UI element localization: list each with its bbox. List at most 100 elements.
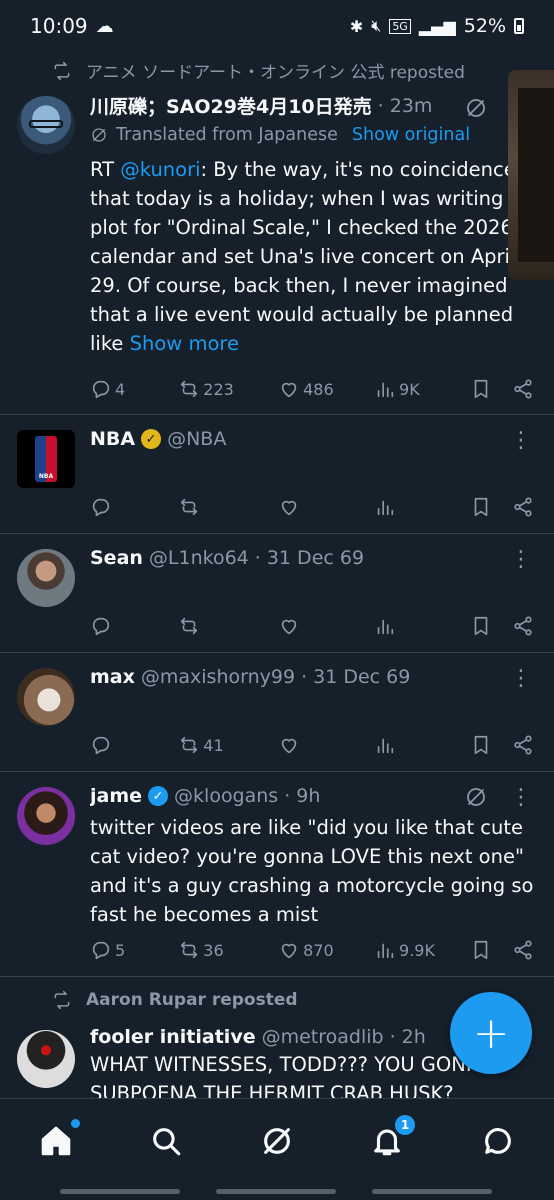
share-button[interactable] (512, 378, 534, 400)
views-button[interactable] (374, 734, 470, 756)
author-name[interactable]: max (90, 666, 135, 688)
grok-button[interactable] (464, 785, 488, 813)
tweet-header: Sean @L1nko64 · 31 Dec 69 (90, 547, 514, 569)
nav-home[interactable] (36, 1119, 80, 1161)
like-button[interactable]: 870 (278, 939, 374, 961)
repost-button[interactable] (178, 496, 278, 518)
heart-icon (281, 619, 297, 635)
share-button[interactable] (512, 615, 534, 637)
gesture-bar (216, 1189, 336, 1194)
status-icons: ✱ 🔇︎ 5G ▂▄▆ 52% (350, 15, 524, 37)
reply-button[interactable]: 5 (90, 939, 178, 961)
avatar[interactable] (17, 549, 75, 607)
tweet-time: · 23m (377, 94, 433, 117)
views-button[interactable] (374, 496, 470, 518)
avatar[interactable]: NBA (17, 430, 75, 488)
author-handle[interactable]: @maxishorny99 (141, 666, 295, 688)
views-button[interactable]: 9.9K (374, 939, 470, 961)
author-name[interactable]: 川原礫；SAO29巻4月10日発売 (90, 92, 372, 119)
nav-search[interactable] (146, 1121, 186, 1161)
author-handle[interactable]: @kloogans (174, 785, 278, 807)
views-button[interactable] (374, 615, 470, 637)
reply-button[interactable] (90, 734, 178, 756)
bookmark-button[interactable] (470, 378, 492, 400)
avatar[interactable] (17, 1030, 75, 1088)
tweet[interactable]: max @maxishorny99 · 31 Dec 69 ⋮ 41 (0, 654, 554, 772)
repost-button[interactable]: 36 (178, 939, 278, 961)
bookmark-icon (474, 940, 488, 960)
grok-button[interactable] (464, 96, 488, 124)
views-icon (377, 382, 394, 398)
repost-count: 36 (203, 940, 224, 960)
like-button[interactable] (278, 615, 374, 637)
author-handle[interactable]: @metroadlib (262, 1026, 384, 1048)
author-name[interactable]: Sean (90, 547, 143, 569)
repost-button[interactable]: 223 (178, 378, 278, 400)
home-icon (41, 1126, 71, 1156)
media-thumbnail[interactable] (508, 70, 554, 280)
message-icon (485, 1128, 511, 1154)
reply-button[interactable] (90, 615, 178, 637)
reply-button[interactable]: 4 (90, 378, 178, 400)
tweet[interactable]: アニメ ソードアート・オンライン 公式 reposted 川原礫；SAO29巻4… (0, 52, 554, 415)
tweet-actions: 5 36 870 9.9K (90, 935, 534, 965)
more-options-button[interactable]: ⋮ (510, 549, 532, 571)
author-handle[interactable]: @L1nko64 (149, 547, 249, 569)
show-more-link[interactable]: Show more (130, 332, 239, 353)
views-icon (377, 738, 394, 754)
share-button[interactable] (512, 939, 534, 961)
like-button[interactable] (278, 496, 374, 518)
mention-link[interactable]: @kunori (120, 158, 200, 181)
avatar[interactable] (17, 787, 75, 845)
tweet-time: · 31 Dec 69 (301, 666, 411, 688)
heart-icon (281, 943, 297, 959)
share-button[interactable] (512, 734, 534, 756)
repost-button[interactable] (178, 615, 278, 637)
more-options-button[interactable]: ⋮ (510, 668, 532, 690)
share-icon (514, 735, 532, 755)
like-count: 870 (303, 940, 334, 960)
avatar[interactable] (17, 668, 75, 726)
repost-icon (54, 990, 70, 1010)
views-icon (377, 943, 394, 959)
show-original-link[interactable]: Show original (352, 125, 470, 145)
repost-icon (181, 617, 198, 635)
media-inner (518, 88, 554, 262)
like-button[interactable]: 486 (278, 378, 374, 400)
reply-button[interactable] (90, 496, 178, 518)
more-options-button[interactable]: ⋮ (510, 430, 532, 452)
author-name[interactable]: jame (90, 785, 142, 807)
bookmark-button[interactable] (470, 939, 492, 961)
repost-button[interactable]: 41 (178, 734, 278, 756)
reply-icon (92, 736, 110, 755)
author-handle[interactable]: @NBA (167, 428, 226, 450)
grok-icon (264, 1128, 290, 1154)
bookmark-button[interactable] (470, 496, 492, 518)
tweet[interactable]: NBA NBA ✓ @NBA ⋮ (0, 416, 554, 534)
compose-button[interactable]: + (450, 992, 532, 1074)
like-button[interactable] (278, 734, 374, 756)
views-button[interactable]: 9K (374, 378, 470, 400)
repost-indicator: Aaron Rupar reposted (52, 990, 298, 1010)
grok-icon (467, 788, 485, 806)
view-count: 9K (399, 379, 420, 399)
tweet[interactable]: jame ✓ @kloogans · 9h twitter videos are… (0, 773, 554, 977)
repost-count: 223 (203, 379, 234, 399)
view-count: 9.9K (399, 940, 435, 960)
bookmark-button[interactable] (470, 734, 492, 756)
author-name[interactable]: NBA (90, 428, 135, 450)
share-button[interactable] (512, 496, 534, 518)
more-options-button[interactable]: ⋮ (510, 787, 532, 809)
like-count: 486 (303, 379, 334, 399)
author-name[interactable]: fooler initiative (90, 1026, 256, 1048)
avatar[interactable] (17, 96, 75, 154)
bookmark-icon (474, 379, 488, 399)
nav-notifications[interactable]: 1 (367, 1115, 415, 1161)
tweet-header: NBA ✓ @NBA (90, 428, 514, 450)
tweet[interactable]: Sean @L1nko64 · 31 Dec 69 ⋮ (0, 535, 554, 653)
bookmark-button[interactable] (470, 615, 492, 637)
nav-grok[interactable] (257, 1121, 297, 1161)
nav-messages[interactable] (478, 1121, 518, 1161)
bookmark-icon (474, 735, 488, 755)
bookmark-icon (474, 497, 488, 517)
